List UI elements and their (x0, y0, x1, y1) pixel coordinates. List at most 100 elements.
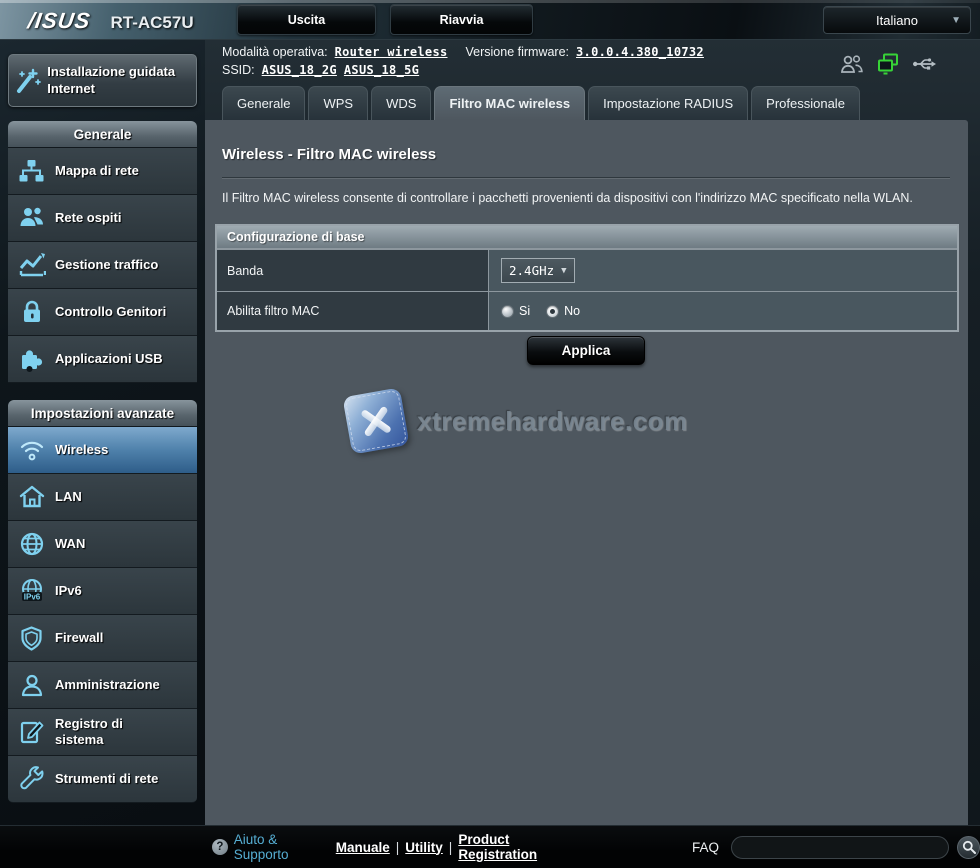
sidebar-item-traffic-manager[interactable]: Gestione traffico (8, 242, 197, 289)
help-support-link[interactable]: ? Aiuto & Supporto (212, 832, 334, 862)
sidebar-item-label: Firewall (55, 630, 103, 646)
asus-logo: /ISUS (26, 8, 92, 34)
sidebar-item-label: LAN (55, 489, 82, 505)
logout-button[interactable]: Uscita (237, 4, 376, 35)
main-area: Modalità operativa: Router wireless Vers… (205, 40, 980, 825)
operation-mode-link[interactable]: Router wireless (335, 45, 448, 59)
product-registration-link[interactable]: Product Registration (458, 832, 587, 862)
ssid-5g-link[interactable]: ASUS_18_5G (344, 63, 419, 77)
sidebar-item-label: Rete ospiti (55, 210, 121, 226)
sidebar-section-general: Generale (8, 121, 197, 148)
tab-generale[interactable]: Generale (222, 86, 305, 120)
reboot-button[interactable]: Riavvia (390, 4, 533, 35)
sidebar-item-firewall[interactable]: Firewall (8, 615, 197, 662)
table-row-mac-filter: Abilita filtro MAC Si No (217, 291, 957, 330)
tab-filtro-mac-wireless[interactable]: Filtro MAC wireless (434, 86, 585, 120)
sidebar-item-wan[interactable]: WAN (8, 521, 197, 568)
network-tools-icon (8, 765, 55, 793)
tab-wds[interactable]: WDS (371, 86, 431, 120)
manual-link[interactable]: Manuale (336, 840, 390, 855)
watermark: xtremehardware.com (347, 392, 688, 450)
magic-wand-icon (9, 66, 47, 96)
sidebar-item-quick-setup[interactable]: Installazione guidata Internet (8, 54, 197, 107)
faq-label: FAQ (692, 840, 719, 855)
search-icon (962, 840, 976, 854)
watermark-x-badge (342, 387, 409, 454)
radio-label-no: No (564, 304, 580, 318)
clients-icon[interactable] (840, 53, 864, 75)
svg-text:IPv6: IPv6 (23, 593, 40, 602)
ssid-label: SSID: (222, 63, 255, 77)
band-value-cell: 2.4GHz ▼ (489, 250, 957, 291)
sidebar-section-advanced: Impostazioni avanzate (8, 400, 197, 427)
system-log-icon (8, 719, 55, 746)
band-label: Banda (217, 250, 489, 291)
radio-option-no[interactable]: No (546, 304, 580, 318)
sidebar-item-lan[interactable]: LAN (8, 474, 197, 521)
sidebar-item-guest-network[interactable]: Rete ospiti (8, 195, 197, 242)
apply-button[interactable]: Applica (527, 336, 645, 365)
wireless-icon (8, 436, 55, 464)
sidebar-item-wireless[interactable]: Wireless (8, 427, 197, 474)
sidebar-item-label: Wireless (55, 442, 108, 458)
tab-impostazione-radius[interactable]: Impostazione RADIUS (588, 86, 748, 120)
firmware-version-link[interactable]: 3.0.0.4.380_10732 (576, 45, 704, 59)
link-separator: | (396, 840, 400, 855)
utility-link[interactable]: Utility (405, 840, 443, 855)
ipv6-icon: IPv6 (8, 577, 55, 605)
traffic-manager-icon (8, 251, 55, 279)
status-icon-tray (840, 52, 938, 76)
usb-icon[interactable] (912, 53, 938, 75)
faq-search-button[interactable] (957, 836, 980, 859)
radio-circle-no (546, 305, 559, 318)
info-bar: Modalità operativa: Router wireless Vers… (222, 45, 704, 81)
sidebar-item-network-map[interactable]: Mappa di rete (8, 148, 197, 195)
sidebar-item-administration[interactable]: Amministrazione (8, 662, 197, 709)
sidebar-item-label: IPv6 (55, 583, 82, 599)
mac-filter-value-cell: Si No (489, 292, 957, 330)
sidebar-item-system-log[interactable]: Registro di sistema (8, 709, 197, 756)
network-status-icon[interactable] (876, 52, 900, 76)
sidebar-item-ipv6[interactable]: IPv6 IPv6 (8, 568, 197, 615)
info-row-2: SSID: ASUS_18_2G ASUS_18_5G (222, 63, 704, 77)
table-row-band: Banda 2.4GHz ▼ (217, 249, 957, 291)
sidebar-item-label: WAN (55, 536, 85, 552)
lan-icon (8, 483, 55, 511)
firmware-label: Versione firmware: (466, 45, 570, 59)
sidebar-item-network-tools[interactable]: Strumenti di rete (8, 756, 197, 803)
ssid-2g-link[interactable]: ASUS_18_2G (262, 63, 337, 77)
sidebar-item-label: Mappa di rete (55, 163, 139, 179)
sidebar-item-usb-applications[interactable]: Applicazioni USB (8, 336, 197, 383)
language-value: Italiano (876, 13, 918, 28)
footer-links: Manuale | Utility | Product Registration (336, 832, 587, 862)
help-support-label: Aiuto & Supporto (234, 832, 334, 862)
sidebar: Installazione guidata Internet Generale … (0, 40, 205, 825)
link-separator: | (449, 840, 453, 855)
sidebar-item-label: Registro di sistema (55, 716, 165, 747)
sidebar-item-label: Applicazioni USB (55, 351, 163, 367)
firewall-icon (8, 625, 55, 652)
router-model: RT-AC57U (110, 13, 193, 33)
title-divider (222, 177, 950, 178)
sidebar-item-label: Controllo Genitori (55, 304, 166, 320)
parental-control-icon (8, 299, 55, 325)
sidebar-item-label: Amministrazione (55, 677, 160, 693)
language-select[interactable]: Italiano ▼ (823, 6, 971, 34)
operation-mode-label: Modalità operativa: (222, 45, 328, 59)
radio-option-yes[interactable]: Si (501, 304, 530, 318)
table-header: Configurazione di base (217, 226, 957, 249)
sidebar-item-label: Strumenti di rete (55, 771, 158, 787)
band-select[interactable]: 2.4GHz ▼ (501, 258, 575, 283)
brand-area: /ISUS RT-AC57U (28, 8, 194, 34)
faq-search-input[interactable] (731, 836, 949, 859)
tab-wps[interactable]: WPS (308, 86, 368, 120)
sidebar-item-parental-controls[interactable]: Controllo Genitori (8, 289, 197, 336)
sidebar-item-label: Gestione traffico (55, 257, 158, 273)
help-icon: ? (212, 839, 228, 855)
radio-label-yes: Si (519, 304, 530, 318)
usb-apps-icon (8, 346, 55, 373)
page-description: Il Filtro MAC wireless consente di contr… (222, 190, 952, 208)
tab-professionale[interactable]: Professionale (751, 86, 860, 120)
mac-filter-label: Abilita filtro MAC (217, 292, 489, 330)
band-select-value: 2.4GHz (509, 263, 554, 278)
